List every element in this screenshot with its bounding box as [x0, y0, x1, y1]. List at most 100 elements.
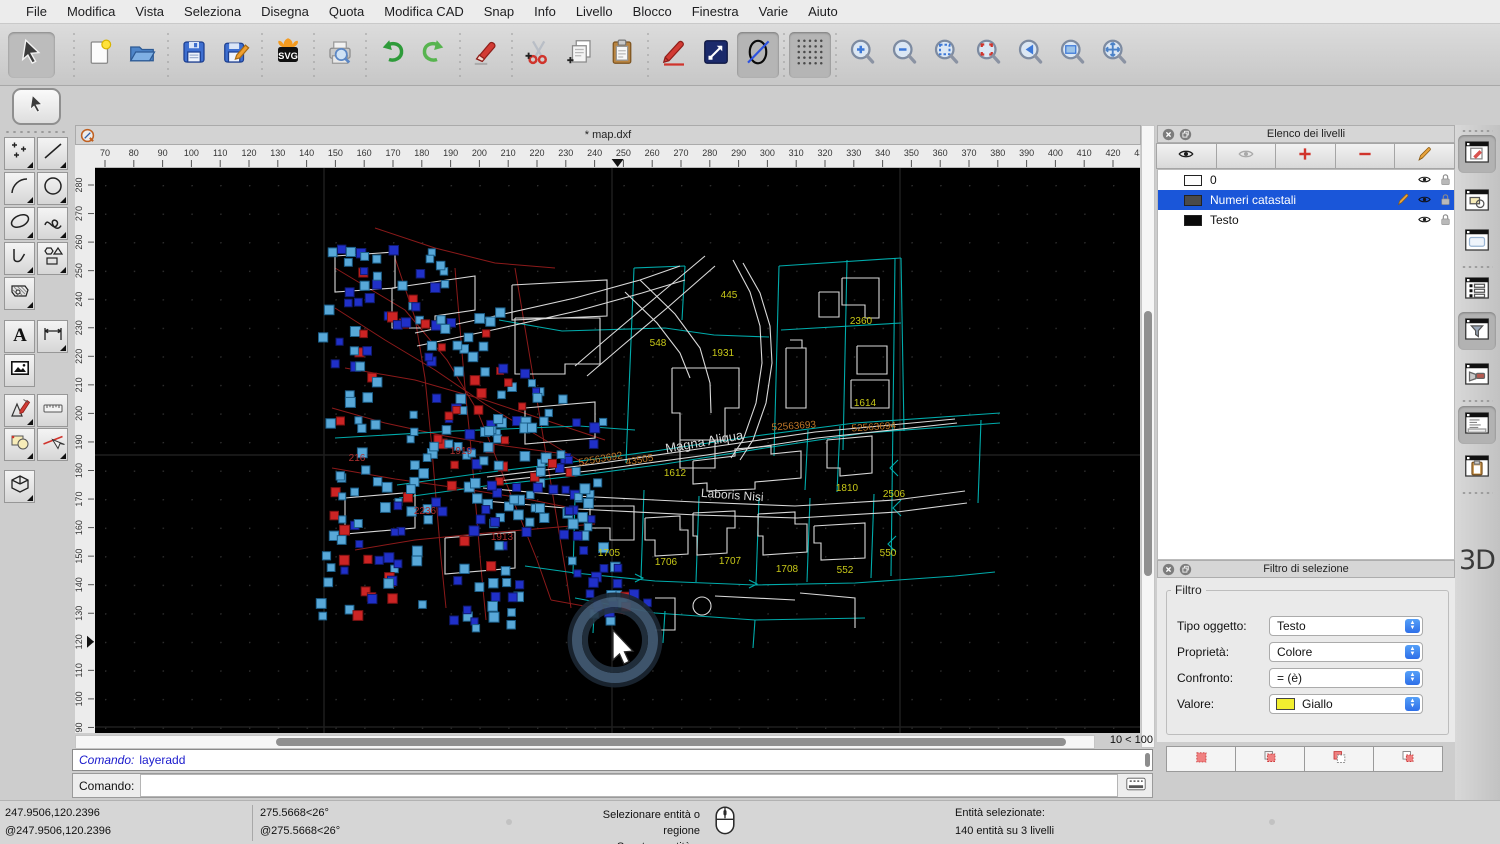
text-tool[interactable]: A: [4, 320, 35, 353]
pan-button[interactable]: [1093, 32, 1135, 78]
eye-icon[interactable]: [1417, 192, 1432, 207]
zoom-out-button[interactable]: [883, 32, 925, 78]
solid-3d-tool[interactable]: [4, 470, 35, 503]
points-tool[interactable]: [4, 137, 35, 170]
ellipse-tool-button[interactable]: [737, 32, 779, 78]
redo-button[interactable]: [413, 32, 455, 78]
detach-panel-icon[interactable]: [1179, 128, 1192, 141]
arc-tool[interactable]: [4, 172, 35, 205]
save-button[interactable]: [173, 32, 215, 78]
dock-draw-panel-button[interactable]: [1458, 135, 1496, 173]
selection-arrow-button-2[interactable]: [12, 88, 61, 125]
hatch-tool[interactable]: [4, 277, 35, 310]
lock-icon[interactable]: [1438, 212, 1453, 227]
menu-info[interactable]: Info: [524, 4, 566, 19]
zoom-auto-button[interactable]: [925, 32, 967, 78]
eye-icon[interactable]: [1417, 172, 1432, 187]
select-add-button[interactable]: [1235, 746, 1305, 772]
command-history-scrollbar[interactable]: [1145, 753, 1150, 767]
command-input[interactable]: [140, 774, 1118, 797]
horizontal-scrollbar[interactable]: [75, 735, 1095, 749]
zoom-selection-button[interactable]: [967, 32, 1009, 78]
filter-comparison-select[interactable]: = (è) ▲▼: [1269, 668, 1423, 688]
layer-row-numeri-catastali[interactable]: Numeri catastali: [1158, 190, 1454, 210]
menu-modifica[interactable]: Modifica: [57, 4, 125, 19]
menu-modifica-cad[interactable]: Modifica CAD: [374, 4, 473, 19]
shape-tool[interactable]: [37, 242, 68, 275]
image-tool[interactable]: [4, 354, 35, 387]
dock-selection-filter-button[interactable]: [1458, 312, 1496, 350]
menu-file[interactable]: File: [16, 4, 57, 19]
filter-value-select[interactable]: Giallo ▲▼: [1269, 694, 1423, 714]
horizontal-scrollbar-thumb[interactable]: [276, 738, 1066, 746]
new-file-button[interactable]: [79, 32, 121, 78]
add-layer-button[interactable]: [1275, 143, 1336, 169]
keyboard-toggle-button[interactable]: [1124, 776, 1148, 795]
menu-quota[interactable]: Quota: [319, 4, 374, 19]
delete-button[interactable]: [465, 32, 507, 78]
menu-seleziona[interactable]: Seleziona: [174, 4, 251, 19]
dock-library-panel-button[interactable]: [1458, 223, 1496, 261]
polyline-tool[interactable]: [4, 242, 35, 275]
detach-panel-icon[interactable]: [1179, 563, 1192, 576]
dock-3d-label[interactable]: 3D: [1459, 545, 1495, 576]
menu-blocco[interactable]: Blocco: [623, 4, 682, 19]
eye-icon[interactable]: [1417, 212, 1432, 227]
filter-property-select[interactable]: Colore ▲▼: [1269, 642, 1423, 662]
zoom-in-button[interactable]: [841, 32, 883, 78]
circle-tool[interactable]: [37, 172, 68, 205]
close-panel-icon[interactable]: [1162, 128, 1175, 141]
close-panel-icon[interactable]: [1162, 563, 1175, 576]
show-all-layers-button[interactable]: [1156, 143, 1217, 169]
vertical-scrollbar[interactable]: [1141, 125, 1155, 748]
undo-button[interactable]: [371, 32, 413, 78]
selection-arrow-button[interactable]: [8, 32, 55, 78]
copy-button[interactable]: [559, 32, 601, 78]
select-intersect-button[interactable]: [1373, 746, 1443, 772]
dock-clipboard-panel-button[interactable]: [1458, 449, 1496, 487]
menu-livello[interactable]: Livello: [566, 4, 623, 19]
scale-button[interactable]: [695, 32, 737, 78]
filter-type-select[interactable]: Testo ▲▼: [1269, 616, 1423, 636]
select-subtract-button[interactable]: [1304, 746, 1374, 772]
hide-all-layers-button[interactable]: [1216, 143, 1277, 169]
cut-button[interactable]: [517, 32, 559, 78]
dock-command-line-button[interactable]: [1458, 406, 1496, 444]
remove-layer-button[interactable]: [1335, 143, 1396, 169]
snap-tool[interactable]: [37, 428, 68, 461]
open-file-button[interactable]: [121, 32, 163, 78]
dimension-tool[interactable]: [37, 320, 68, 353]
edit-layer-button[interactable]: [1394, 143, 1455, 169]
spline-tool[interactable]: [37, 207, 68, 240]
menu-snap[interactable]: Snap: [474, 4, 524, 19]
menu-aiuto[interactable]: Aiuto: [798, 4, 848, 19]
info-tool[interactable]: [4, 428, 35, 461]
lock-icon[interactable]: [1438, 192, 1453, 207]
layer-row-0[interactable]: 0: [1158, 170, 1454, 190]
layer-row-testo[interactable]: Testo: [1158, 210, 1454, 230]
vertical-scrollbar-thumb[interactable]: [1144, 311, 1152, 576]
grid-toggle-button[interactable]: [789, 32, 831, 78]
print-preview-button[interactable]: [319, 32, 361, 78]
line-tool[interactable]: [37, 137, 68, 170]
menu-varie[interactable]: Varie: [749, 4, 798, 19]
edit-button[interactable]: [653, 32, 695, 78]
menu-finestra[interactable]: Finestra: [682, 4, 749, 19]
dock-layer-list-button[interactable]: [1458, 271, 1496, 309]
lock-icon[interactable]: [1438, 172, 1453, 187]
measure-tool[interactable]: [37, 394, 68, 427]
pencil-icon[interactable]: [1396, 192, 1411, 207]
drawing-canvas[interactable]: 4452360548193116145256369352563694525636…: [95, 168, 1140, 733]
save-as-button[interactable]: [215, 32, 257, 78]
zoom-previous-button[interactable]: [1009, 32, 1051, 78]
dock-property-panel-button[interactable]: [1458, 183, 1496, 221]
svg-export-button[interactable]: SVG: [267, 32, 309, 78]
ellipse-tool[interactable]: [4, 207, 35, 240]
paste-button[interactable]: [601, 32, 643, 78]
dock-view-panel-button[interactable]: [1458, 357, 1496, 395]
menu-vista[interactable]: Vista: [125, 4, 174, 19]
select-replace-button[interactable]: [1166, 746, 1236, 772]
menu-disegna[interactable]: Disegna: [251, 4, 319, 19]
modify-tool[interactable]: [4, 394, 35, 427]
zoom-window-button[interactable]: [1051, 32, 1093, 78]
